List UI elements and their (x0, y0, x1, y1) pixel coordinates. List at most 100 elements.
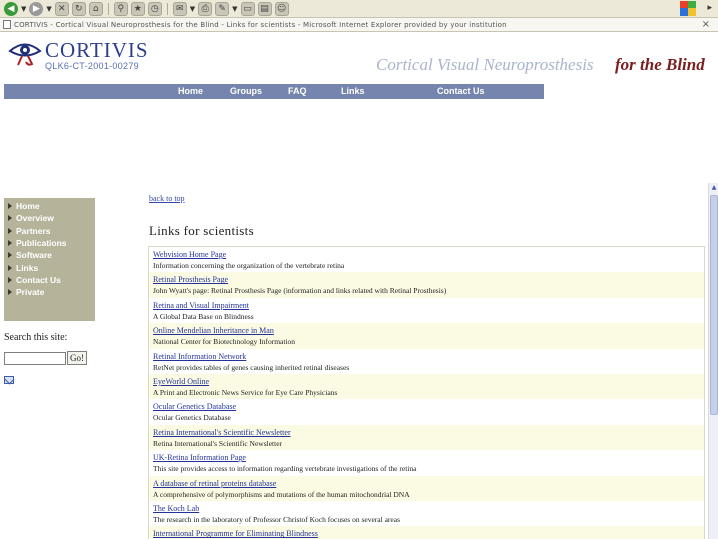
tagline: Cortical Visual Neuroprosthesis (376, 55, 594, 74)
list-item: EyeWorld Online A Print and Electronic Ne… (149, 373, 704, 400)
nav-home[interactable]: Home (178, 86, 203, 96)
arrow-right-icon (8, 289, 12, 296)
link-description: Information concerning the organization … (153, 261, 345, 270)
chevron-down-icon[interactable]: ▼ (21, 5, 26, 13)
favorites-star-icon[interactable]: ★ (130, 1, 145, 16)
list-item: Ocular Genetics Database Ocular Genetics … (149, 399, 704, 424)
folder-icon[interactable]: ▭ (240, 1, 255, 16)
sidebar-item-label: Partners (16, 225, 51, 236)
back-arrow-icon[interactable]: ◀ (4, 1, 18, 16)
toolbar-divider (166, 2, 168, 15)
list-item: A database of retinal proteins database A… (149, 475, 704, 501)
sidebar-item-publications[interactable]: Publications (4, 237, 95, 249)
sidebar-item-contact-us[interactable]: Contact Us (4, 274, 95, 286)
list-item: Webvision Home Page Information concernin… (149, 247, 704, 272)
link-title[interactable]: International Programme for Eliminating … (153, 529, 700, 539)
nav-links[interactable]: Links (341, 86, 365, 96)
chevron-right-icon[interactable]: ▸ (707, 3, 712, 13)
stop-icon[interactable]: ✕ (54, 1, 69, 16)
search-icon[interactable]: ⚲ (113, 1, 128, 16)
link-description: Ocular Genetics Database (153, 413, 231, 423)
link-title[interactable]: The Koch Lab (153, 504, 700, 514)
nav-contact-us[interactable]: Contact Us (437, 86, 485, 96)
link-description: A comprehensive of polymorphisms and mut… (153, 489, 410, 499)
search-go-button[interactable]: Go! (67, 351, 87, 365)
link-title[interactable]: Retina and Visual Impairment (153, 301, 700, 311)
list-item: Retina and Visual Impairment A Global Dat… (149, 298, 704, 323)
sidebar-item-label: Software (16, 250, 52, 261)
chevron-down-icon[interactable]: ▼ (190, 5, 195, 13)
history-icon[interactable]: ◷ (147, 1, 162, 16)
address-text: CORTIVIS - Cortical Visual Neuroprosthes… (14, 20, 507, 29)
arrow-right-icon (8, 227, 12, 234)
sidebar-item-home[interactable]: Home (4, 200, 95, 212)
link-title[interactable]: A database of retinal proteins database (153, 479, 700, 489)
project-code: QLK6-CT-2001-00279 (45, 61, 139, 71)
list-item: The Koch Lab The research in the laborato… (149, 501, 704, 526)
back-to-top-link[interactable]: back to top (149, 194, 185, 203)
home-icon[interactable]: ⌂ (88, 1, 103, 16)
list-item: Retinal Information Network RetNet provid… (149, 349, 704, 374)
sidebar-item-links[interactable]: Links (4, 261, 95, 273)
arrow-right-icon (8, 276, 12, 283)
sidebar-menu: Home Overview Partners Publications Soft… (4, 198, 95, 321)
toolbar-divider (107, 2, 109, 15)
arrow-right-icon (8, 252, 12, 259)
mail-icon[interactable]: ✉ (172, 1, 187, 16)
tagline-emphasis: for the Blind (615, 55, 705, 74)
sidebar-item-software[interactable]: Software (4, 249, 95, 261)
arrow-right-icon (8, 203, 12, 210)
top-nav-bar: Home Groups FAQ Links Contact Us (4, 84, 544, 99)
nav-groups[interactable]: Groups (230, 86, 262, 96)
browser-toolbar: ◀ ▼ ▶ ▼ ✕ ↻ ⌂ ⚲ ★ ◷ ✉ ▼ ⎙ ✎ ▼ ▭ ▤ ☺ ▸ (0, 0, 718, 18)
chevron-down-icon[interactable]: ▼ (232, 5, 237, 13)
sidebar-item-label: Home (16, 201, 40, 212)
link-title[interactable]: Webvision Home Page (153, 250, 700, 260)
link-title[interactable]: Retina International's Scientific Newsle… (153, 428, 700, 438)
sidebar-item-partners[interactable]: Partners (4, 225, 95, 237)
address-bar[interactable]: CORTIVIS - Cortical Visual Neuroprosthes… (0, 18, 718, 32)
windows-logo-icon (680, 1, 696, 16)
link-title[interactable]: Retinal Information Network (153, 352, 700, 362)
scrollbar-thumb[interactable] (710, 195, 718, 415)
logo-name: CORTIVIS (45, 38, 149, 62)
links-list: Webvision Home Page Information concernin… (148, 246, 705, 539)
sidebar-item-label: Private (16, 287, 45, 298)
arrow-right-icon (8, 215, 12, 222)
list-item: Retina International's Scientific Newsle… (149, 424, 704, 451)
sidebar-item-private[interactable]: Private (4, 286, 95, 298)
link-description: RetNet provides tables of genes causing … (153, 362, 350, 372)
chevron-down-icon[interactable]: ▼ (46, 5, 51, 13)
sidebar-item-label: Publications (16, 238, 67, 249)
research-icon[interactable]: ▤ (257, 1, 272, 16)
messenger-icon[interactable]: ☺ (274, 1, 289, 16)
search-label: Search this site: (4, 332, 68, 343)
link-description: Retina International's Scientific Newsle… (153, 438, 283, 448)
sidebar-item-overview[interactable]: Overview (4, 212, 95, 224)
link-description: The research in the laboratory of Profes… (153, 514, 400, 524)
nav-faq[interactable]: FAQ (288, 86, 307, 96)
scroll-up-arrow-icon[interactable]: ▲ (709, 183, 718, 192)
link-description: A Global Data Base on Blindness (153, 311, 254, 321)
arrow-right-icon (8, 240, 12, 247)
link-title[interactable]: Retinal Prosthesis Page (153, 275, 700, 285)
forward-arrow-icon[interactable]: ▶ (29, 1, 44, 16)
vertical-scrollbar[interactable]: ▲ (708, 183, 718, 539)
link-title[interactable]: EyeWorld Online (153, 377, 700, 387)
search-input[interactable] (4, 352, 66, 365)
edit-icon[interactable]: ✎ (215, 1, 230, 16)
link-description: John Wyatt's page: Retinal Prosthesis Pa… (153, 286, 447, 296)
link-title[interactable]: Online Mendelian Inheritance in Man (153, 326, 700, 336)
refresh-icon[interactable]: ↻ (71, 1, 86, 16)
print-icon[interactable]: ⎙ (198, 1, 213, 16)
link-title[interactable]: UK-Retina Information Page (153, 453, 700, 463)
link-description: A Print and Electronic News Service for … (153, 387, 338, 397)
email-icon[interactable] (4, 376, 14, 384)
list-item: International Programme for Eliminating … (149, 526, 704, 539)
link-description: This site provides access to information… (153, 464, 417, 474)
sidebar-item-label: Contact Us (16, 274, 61, 285)
link-description: National Center for Biotechnology Inform… (153, 337, 296, 347)
link-title[interactable]: Ocular Genetics Database (153, 402, 700, 412)
arrow-right-icon (8, 264, 12, 271)
close-icon[interactable]: × (702, 19, 710, 30)
